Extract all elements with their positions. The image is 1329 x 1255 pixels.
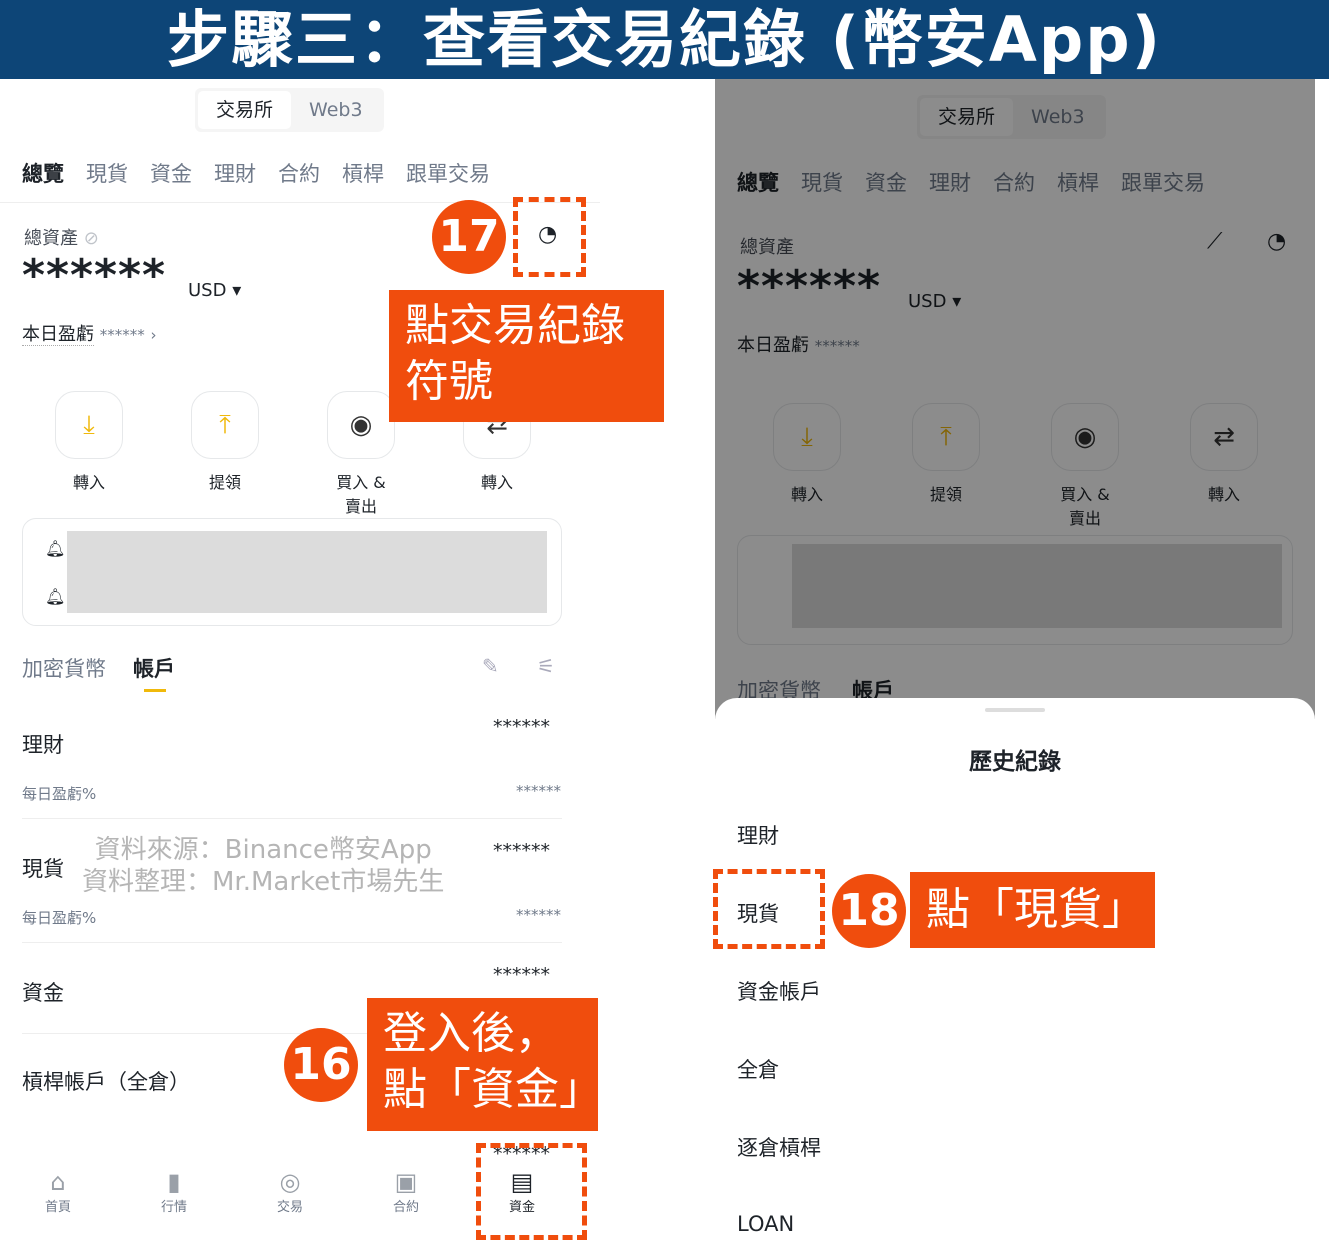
pnl-label: 本日盈虧: [22, 324, 94, 346]
tab-earn[interactable]: 理財: [214, 158, 256, 188]
action-label: 轉入: [480, 473, 513, 492]
banner-title: 步驟三：查看交易紀錄 (幣安App): [0, 0, 1329, 79]
step-16-badge: 16: [284, 1028, 358, 1102]
step-16-callout: 登入後， 點「資金」: [367, 998, 603, 1131]
tab-overview[interactable]: 總覽: [22, 158, 64, 188]
total-assets-label: 總資產 ⊘: [24, 224, 99, 250]
account-value: ******: [493, 964, 550, 986]
pnl-value: ******: [99, 326, 145, 344]
action-buy-sell[interactable]: ◉ 買入 & 賣出: [327, 391, 395, 517]
account-spot[interactable]: 現貨: [22, 853, 64, 883]
nav-trade[interactable]: ◎ 交易: [260, 1168, 320, 1215]
action-label: 買入 & 賣出: [336, 473, 386, 516]
sheet-title: 歷史紀錄: [969, 749, 1061, 775]
filter-icon[interactable]: ⚟: [537, 654, 555, 678]
account-sub: 每日盈虧%: [22, 785, 97, 803]
account-funding[interactable]: 資金: [22, 977, 64, 1007]
history-earn[interactable]: 理財: [737, 820, 779, 850]
nav-home[interactable]: ⌂ 首頁: [28, 1168, 88, 1215]
tab-crypto[interactable]: 加密貨幣: [22, 653, 106, 683]
bell-icon: 🔔︎: [45, 587, 66, 606]
wallet-tabs: 總覽 現貨 資金 理財 合約 槓桿 跟單交易: [22, 158, 490, 188]
buy-sell-icon: ◉: [327, 391, 395, 459]
step-17-badge: 17: [432, 200, 506, 274]
action-withdraw[interactable]: ⤒ 提領: [191, 391, 259, 517]
history-funding-account[interactable]: 資金帳戶: [737, 976, 821, 1006]
chevron-right-icon: ›: [150, 326, 157, 344]
nav-label: 首頁: [44, 1200, 71, 1215]
deposit-icon: ⤓: [55, 391, 123, 459]
segment-web3[interactable]: Web3: [291, 91, 381, 129]
action-label: 轉入: [72, 473, 105, 492]
step-18-badge: 18: [832, 874, 906, 948]
nav-label: 交易: [276, 1200, 303, 1215]
drag-handle[interactable]: [985, 708, 1045, 712]
tab-margin[interactable]: 槓桿: [342, 158, 384, 188]
nav-label: 行情: [160, 1200, 187, 1215]
account-sub: 每日盈虧%: [22, 909, 97, 927]
callout-line: 點「資金」: [383, 1064, 603, 1115]
step-18-callout: 點「現貨」: [910, 872, 1155, 948]
highlight-spot: [713, 869, 825, 949]
daily-pnl[interactable]: 本日盈虧 ****** ›: [22, 320, 156, 346]
bottom-nav: ⌂ 首頁 ▮ 行情 ◎ 交易 ▣ 合約 ▤ 資金: [28, 1168, 552, 1215]
withdraw-icon: ⤒: [191, 391, 259, 459]
watermark: 資料來源：Binance幣安App 資料整理：Mr.Market市場先生: [82, 834, 444, 898]
tab-account[interactable]: 帳戶: [133, 653, 175, 683]
bell-icon: 🔔︎: [45, 539, 66, 558]
futures-icon: ▣: [394, 1168, 418, 1196]
redacted-banner: [67, 531, 547, 613]
total-balance: ******: [22, 250, 167, 301]
history-isolated-margin[interactable]: 逐倉槓桿: [737, 1132, 821, 1162]
trade-icon: ◎: [279, 1168, 301, 1196]
account-sub-value: ******: [516, 906, 561, 924]
bar-chart-icon: ▮: [167, 1168, 181, 1196]
edit-icon[interactable]: ✎: [482, 654, 499, 678]
exchange-web3-toggle[interactable]: 交易所 Web3: [195, 88, 384, 132]
callout-line: 登入後，: [383, 1008, 559, 1059]
account-value: ******: [493, 840, 550, 862]
tab-indicator: [144, 689, 166, 692]
modal-overlay[interactable]: [715, 79, 1315, 719]
highlight-funding-nav: [476, 1143, 587, 1240]
currency-text: USD: [188, 280, 227, 301]
action-deposit[interactable]: ⤓ 轉入: [55, 391, 123, 517]
history-cross-margin[interactable]: 全倉: [737, 1054, 779, 1084]
step-17-callout: 點交易紀錄 符號: [389, 290, 664, 422]
account-sub-value: ******: [516, 782, 561, 800]
callout-line: 點交易紀錄: [405, 300, 625, 351]
total-assets-text: 總資產: [24, 228, 78, 249]
tab-funding[interactable]: 資金: [150, 158, 192, 188]
announcement-card[interactable]: 🔔︎ 🔔︎: [22, 518, 562, 626]
home-icon: ⌂: [50, 1168, 66, 1196]
nav-label: 合約: [392, 1200, 419, 1215]
divider: [22, 942, 562, 943]
history-loan[interactable]: LOAN: [737, 1212, 794, 1236]
action-label: 提領: [208, 473, 241, 492]
account-value: ******: [493, 716, 550, 738]
watermark-author: 資料整理：Mr.Market市場先生: [82, 867, 445, 897]
divider: [22, 818, 562, 819]
segment-exchange[interactable]: 交易所: [198, 91, 292, 129]
currency-select[interactable]: USD ▾: [188, 280, 241, 301]
callout-line: 符號: [405, 356, 493, 407]
divider: [0, 202, 600, 203]
nav-markets[interactable]: ▮ 行情: [144, 1168, 204, 1215]
hide-eye-icon[interactable]: ⊘: [84, 228, 99, 249]
account-margin-cross[interactable]: 槓桿帳戶（全倉）: [22, 1066, 190, 1096]
nav-futures[interactable]: ▣ 合約: [376, 1168, 436, 1215]
tab-spot[interactable]: 現貨: [86, 158, 128, 188]
tab-copy-trading[interactable]: 跟單交易: [406, 158, 490, 188]
account-earn[interactable]: 理財: [22, 729, 64, 759]
history-record-icon[interactable]: ◔: [538, 222, 557, 247]
watermark-source: 資料來源：Binance幣安App: [94, 835, 432, 865]
tab-futures[interactable]: 合約: [278, 158, 320, 188]
